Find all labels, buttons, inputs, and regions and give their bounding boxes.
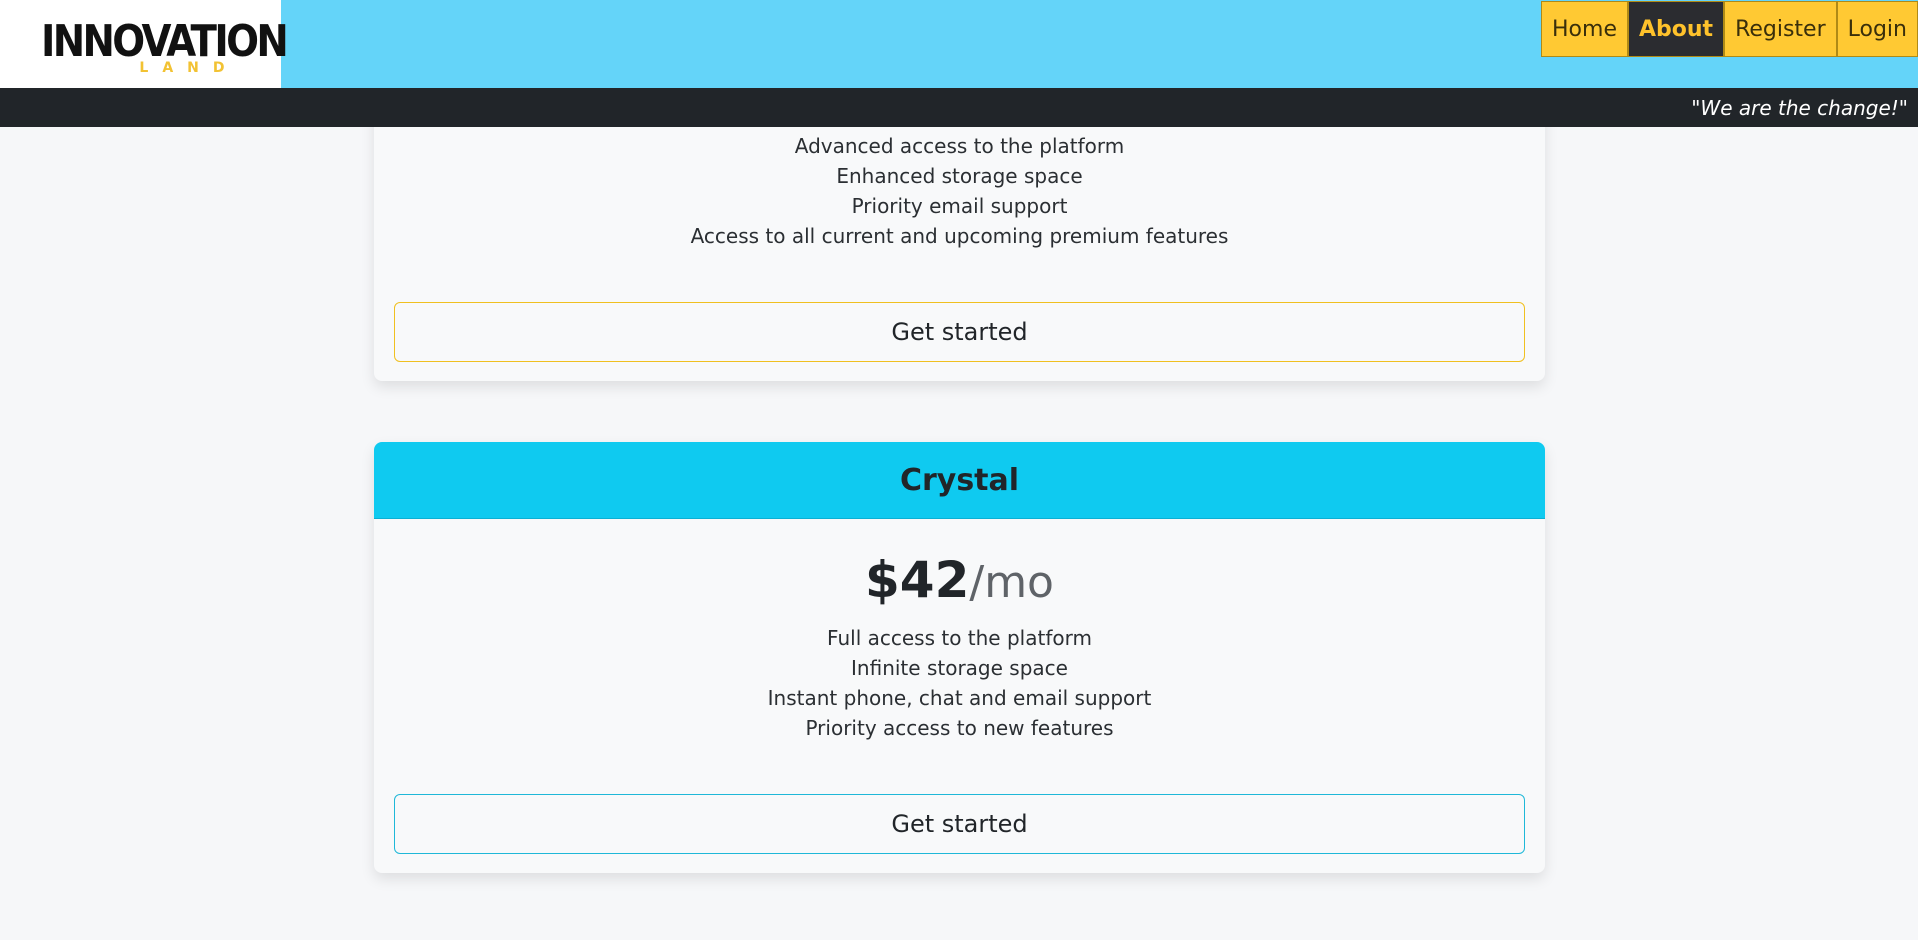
card-header: Crystal <box>374 442 1545 519</box>
price-amount: $42 <box>865 551 970 609</box>
nav-register[interactable]: Register <box>1724 1 1837 57</box>
feature-item: Instant phone, chat and email support <box>767 686 1152 710</box>
feature-item: Full access to the platform <box>827 626 1092 650</box>
main-nav: Home About Register Login <box>1541 1 1918 57</box>
nav-login[interactable]: Login <box>1836 1 1918 57</box>
feature-item: Priority access to new features <box>805 716 1114 740</box>
pricing-card-premium: Advanced access to the platform Enhanced… <box>374 90 1545 381</box>
pricing-card-crystal: Crystal $42/mo Full access to the platfo… <box>374 442 1545 873</box>
tagline-bar: "We are the change!" <box>0 88 1918 127</box>
price-unit: /mo <box>969 557 1054 608</box>
plan-title: Crystal <box>899 462 1020 498</box>
site-header: INNOVATION LAND Home About Register Logi… <box>0 0 1918 88</box>
get-started-button[interactable]: Get started <box>394 302 1525 362</box>
feature-item: Access to all current and upcoming premi… <box>690 224 1229 248</box>
feature-item: Priority email support <box>851 194 1068 218</box>
feature-item: Enhanced storage space <box>836 164 1083 188</box>
logo-link[interactable]: INNOVATION LAND <box>0 0 289 88</box>
logo-subtext: LAND <box>139 60 239 76</box>
plan-price: $42/mo <box>374 550 1545 622</box>
nav-home[interactable]: Home <box>1541 1 1628 57</box>
feature-item: Infinite storage space <box>851 656 1068 680</box>
logo: INNOVATION LAND <box>41 14 289 76</box>
nav-about[interactable]: About <box>1627 1 1725 57</box>
get-started-button[interactable]: Get started <box>394 794 1525 854</box>
logo-text: INNOVATION <box>40 16 289 67</box>
feature-list: Advanced access to the platform Enhanced… <box>374 131 1545 251</box>
feature-item: Advanced access to the platform <box>794 134 1125 158</box>
feature-list: Full access to the platform Infinite sto… <box>374 623 1545 743</box>
tagline: "We are the change!" <box>1691 95 1908 120</box>
